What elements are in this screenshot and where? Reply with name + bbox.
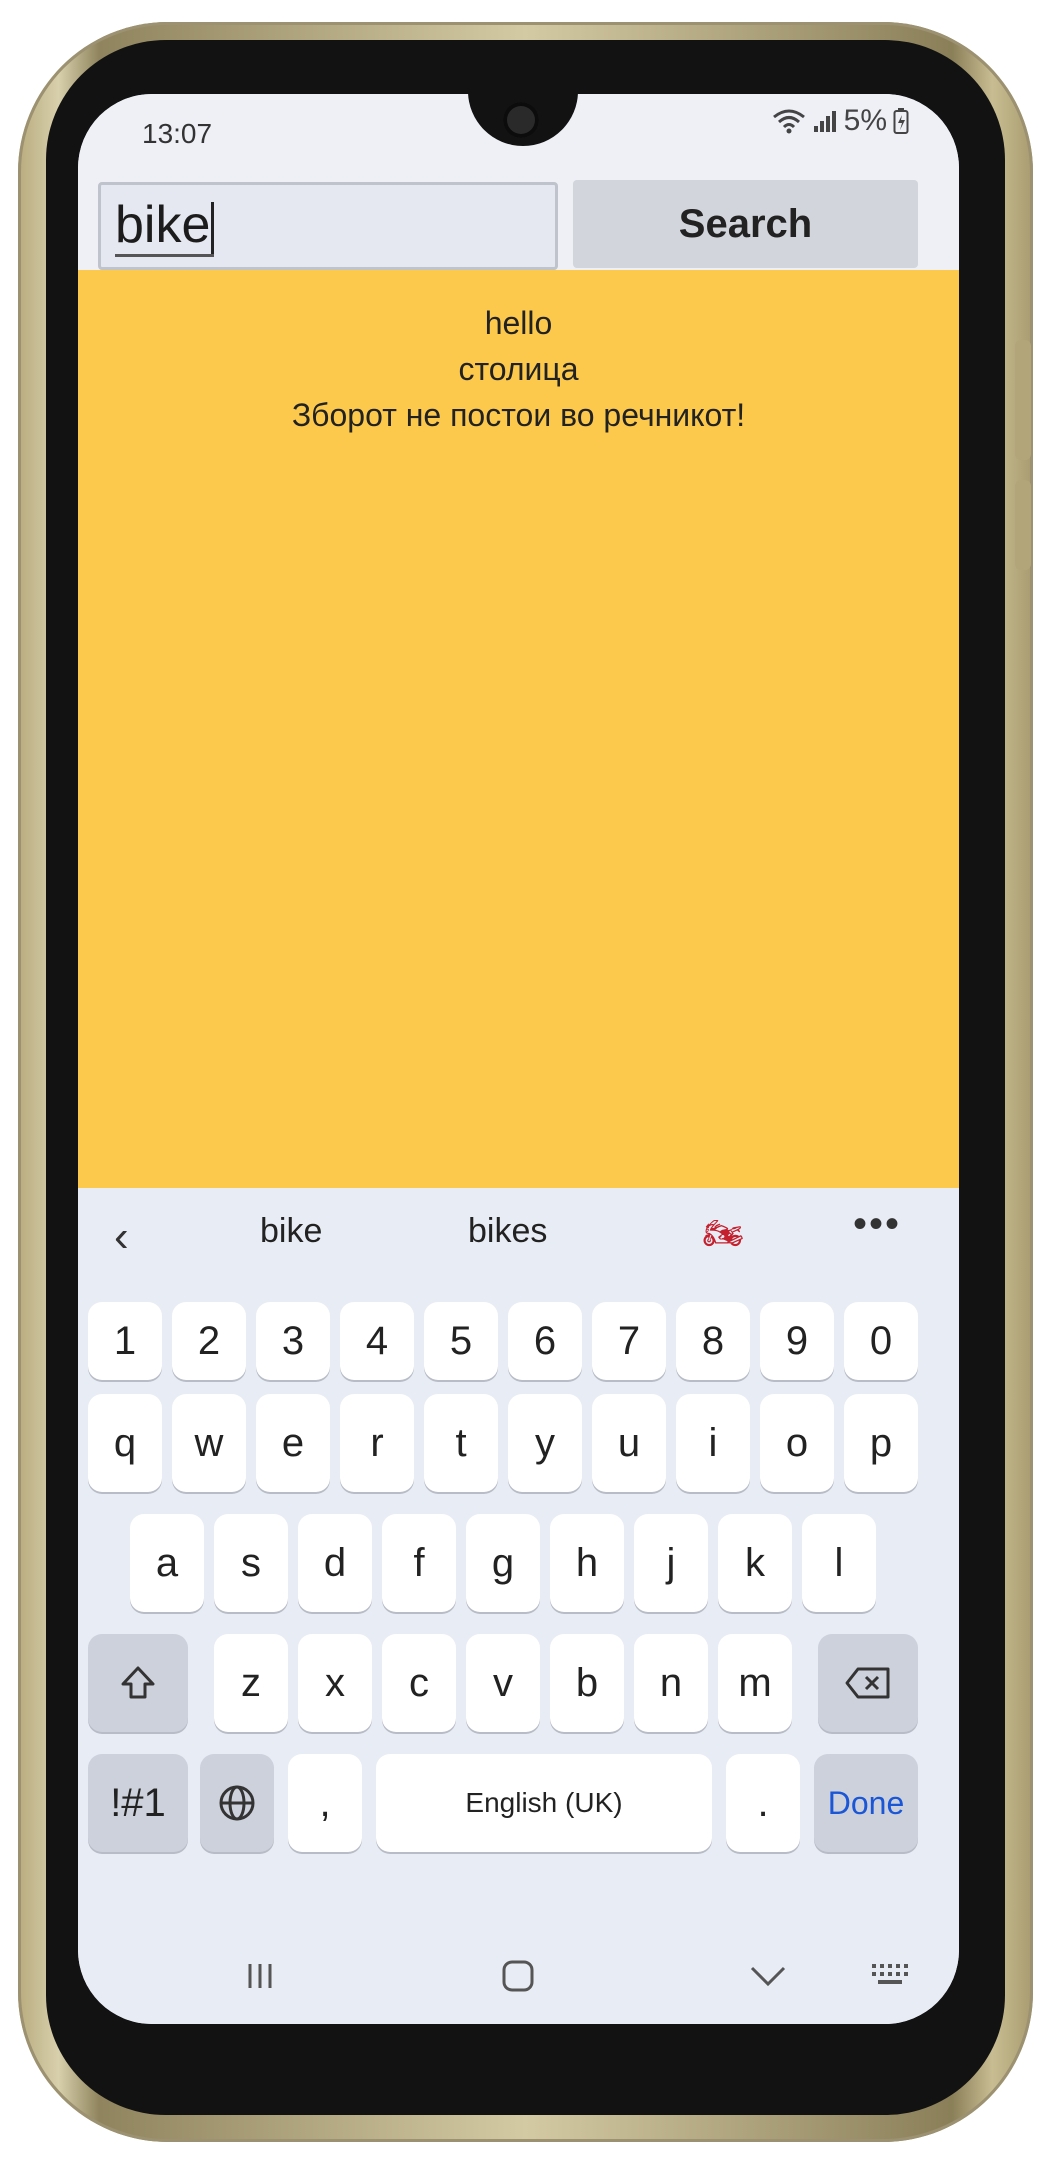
key-2[interactable]: 2	[172, 1302, 246, 1380]
home-icon[interactable]	[498, 1956, 538, 1996]
key-s[interactable]: s	[214, 1514, 288, 1612]
search-input[interactable]: bike	[98, 182, 558, 270]
result-message: Зборот не постои во речникот!	[291, 397, 746, 433]
key-y[interactable]: y	[508, 1394, 582, 1492]
key-4[interactable]: 4	[340, 1302, 414, 1380]
key-i[interactable]: i	[676, 1394, 750, 1492]
key-m[interactable]: m	[718, 1634, 792, 1732]
search-button[interactable]: Search	[573, 180, 918, 268]
done-key[interactable]: Done	[814, 1754, 918, 1852]
key-8[interactable]: 8	[676, 1302, 750, 1380]
navigation-bar	[78, 1948, 959, 2024]
key-h[interactable]: h	[550, 1514, 624, 1612]
key-6[interactable]: 6	[508, 1302, 582, 1380]
status-icons: 5%	[772, 104, 909, 138]
key-f[interactable]: f	[382, 1514, 456, 1612]
symbols-key-label: !#1	[110, 1780, 166, 1825]
results-area: hello столица Зборот не постои во речник…	[78, 270, 959, 1188]
search-input-value: bike	[115, 196, 211, 254]
key-w[interactable]: w	[172, 1394, 246, 1492]
wifi-icon	[772, 109, 805, 134]
key-e[interactable]: e	[256, 1394, 330, 1492]
backspace-key[interactable]	[818, 1634, 918, 1732]
key-0[interactable]: 0	[844, 1302, 918, 1380]
front-camera	[503, 102, 539, 138]
key-l[interactable]: l	[802, 1514, 876, 1612]
comma-key[interactable]: ,	[288, 1754, 362, 1852]
key-x[interactable]: x	[298, 1634, 372, 1732]
key-q[interactable]: q	[88, 1394, 162, 1492]
key-n[interactable]: n	[634, 1634, 708, 1732]
key-g[interactable]: g	[466, 1514, 540, 1612]
key-c[interactable]: c	[382, 1634, 456, 1732]
key-z[interactable]: z	[214, 1634, 288, 1732]
key-1[interactable]: 1	[88, 1302, 162, 1380]
volume-button	[1015, 340, 1031, 460]
shift-icon	[121, 1666, 155, 1699]
suggestion-motorcycle-emoji[interactable]: 🏍	[703, 1214, 744, 1252]
done-key-label: Done	[827, 1784, 905, 1821]
soft-keyboard: ‹ bike bikes 🏍 ••• 1 2 3 4 5 6 7 8 9 0 q…	[78, 1188, 959, 1948]
battery-icon	[893, 108, 909, 134]
backspace-icon	[845, 1667, 890, 1699]
key-a[interactable]: a	[130, 1514, 204, 1612]
key-p[interactable]: p	[844, 1394, 918, 1492]
period-key[interactable]: .	[726, 1754, 800, 1852]
suggestion-bike[interactable]: bike	[260, 1212, 322, 1251]
nav-back-icon[interactable]	[746, 1956, 790, 1996]
key-r[interactable]: r	[340, 1394, 414, 1492]
battery-percent: 5%	[843, 104, 887, 137]
key-k[interactable]: k	[718, 1514, 792, 1612]
key-3[interactable]: 3	[256, 1302, 330, 1380]
signal-icon	[813, 111, 836, 132]
keyboard-icon[interactable]	[868, 1956, 916, 1996]
key-o[interactable]: o	[760, 1394, 834, 1492]
key-j[interactable]: j	[634, 1514, 708, 1612]
text-cursor	[211, 202, 215, 255]
shift-key[interactable]	[88, 1634, 188, 1732]
key-b[interactable]: b	[550, 1634, 624, 1732]
status-bar: 13:07 5%	[78, 94, 959, 174]
key-u[interactable]: u	[592, 1394, 666, 1492]
key-9[interactable]: 9	[760, 1302, 834, 1380]
key-d[interactable]: d	[298, 1514, 372, 1612]
globe-icon	[219, 1785, 255, 1821]
key-v[interactable]: v	[466, 1634, 540, 1732]
power-button	[1015, 480, 1031, 570]
more-icon[interactable]: •••	[853, 1202, 901, 1247]
key-5[interactable]: 5	[424, 1302, 498, 1380]
key-7[interactable]: 7	[592, 1302, 666, 1380]
language-key[interactable]	[200, 1754, 274, 1852]
symbols-key[interactable]: !#1	[88, 1754, 188, 1852]
search-bar: bike Search	[78, 170, 959, 278]
space-key[interactable]: English (UK)	[376, 1754, 712, 1852]
recents-icon[interactable]	[240, 1956, 280, 1996]
phone-screen: 13:07 5% b ike Search hello столица Зборо…	[78, 94, 959, 2024]
key-t[interactable]: t	[424, 1394, 498, 1492]
back-chevron-icon[interactable]: ‹	[114, 1212, 129, 1262]
suggestion-bikes[interactable]: bikes	[468, 1212, 547, 1251]
status-time: 13:07	[142, 118, 213, 149]
space-key-label: English (UK)	[465, 1787, 623, 1818]
result-line: столица	[458, 351, 579, 387]
suggestion-bar: ‹ bike bikes 🏍 •••	[78, 1188, 959, 1282]
result-line: hello	[484, 305, 553, 341]
